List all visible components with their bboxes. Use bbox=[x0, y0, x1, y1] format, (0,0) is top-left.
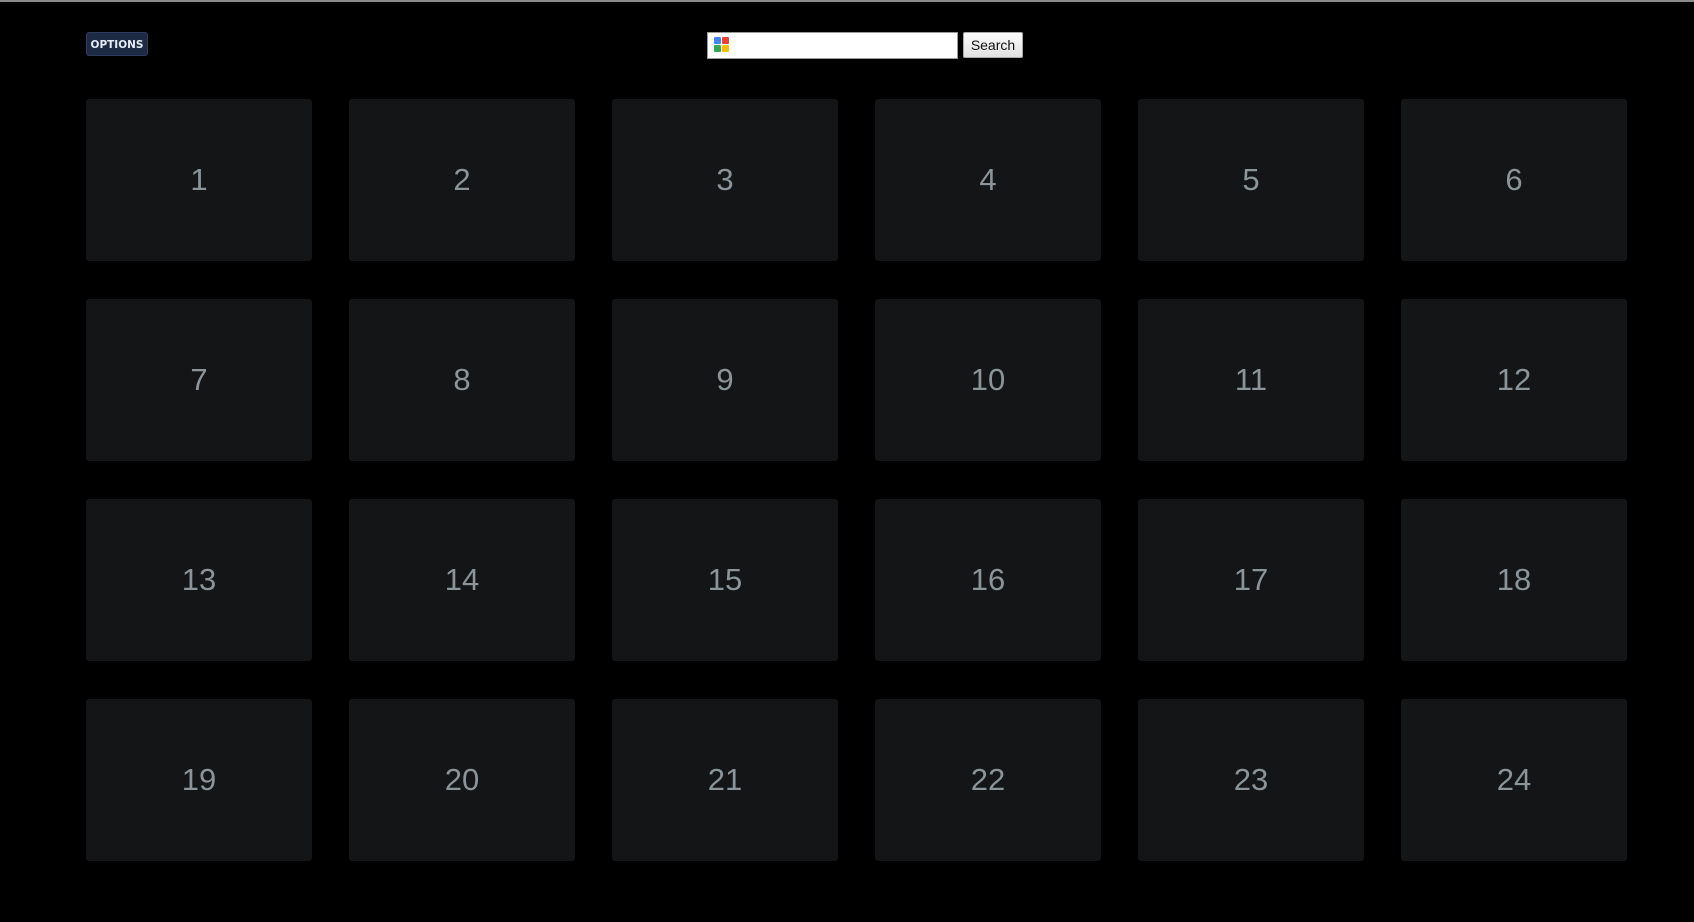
tile-label: 14 bbox=[444, 562, 480, 597]
options-button[interactable]: OPTIONS bbox=[86, 32, 148, 56]
tile-label: 22 bbox=[970, 762, 1006, 797]
speed-dial-tile[interactable]: 14 bbox=[349, 499, 575, 661]
speed-dial-tile[interactable]: 9 bbox=[612, 299, 838, 461]
tile-label: 15 bbox=[707, 562, 743, 597]
tile-label: 10 bbox=[970, 362, 1006, 397]
speed-dial-tile[interactable]: 6 bbox=[1401, 99, 1627, 261]
tile-label: 23 bbox=[1233, 762, 1269, 797]
speed-dial-tile[interactable]: 1 bbox=[86, 99, 312, 261]
speed-dial-tile[interactable]: 20 bbox=[349, 699, 575, 861]
speed-dial-tile[interactable]: 19 bbox=[86, 699, 312, 861]
tile-label: 6 bbox=[1505, 162, 1523, 197]
speed-dial-tile[interactable]: 21 bbox=[612, 699, 838, 861]
speed-dial-tile[interactable]: 23 bbox=[1138, 699, 1364, 861]
tile-label: 21 bbox=[707, 762, 743, 797]
tile-label: 1 bbox=[190, 162, 208, 197]
search-bar: Search bbox=[707, 31, 1023, 59]
speed-dial-tile[interactable]: 12 bbox=[1401, 299, 1627, 461]
tile-label: 9 bbox=[716, 362, 734, 397]
tile-label: 24 bbox=[1496, 762, 1532, 797]
speed-dial-tile[interactable]: 5 bbox=[1138, 99, 1364, 261]
tile-label: 18 bbox=[1496, 562, 1532, 597]
google-icon bbox=[714, 37, 730, 53]
speed-dial-tile[interactable]: 18 bbox=[1401, 499, 1627, 661]
speed-dial-tile[interactable]: 8 bbox=[349, 299, 575, 461]
speed-dial-tile[interactable]: 3 bbox=[612, 99, 838, 261]
tile-label: 2 bbox=[453, 162, 471, 197]
speed-dial-tile[interactable]: 2 bbox=[349, 99, 575, 261]
tile-label: 12 bbox=[1496, 362, 1532, 397]
tile-label: 11 bbox=[1234, 362, 1268, 397]
speed-dial-tile[interactable]: 10 bbox=[875, 299, 1101, 461]
speed-dial-tile[interactable]: 16 bbox=[875, 499, 1101, 661]
tile-label: 4 bbox=[979, 162, 997, 197]
tile-label: 16 bbox=[970, 562, 1006, 597]
search-box[interactable] bbox=[707, 31, 958, 59]
speed-dial-grid: 1 2 3 4 5 6 7 8 9 10 11 12 13 14 15 16 1… bbox=[86, 99, 1628, 861]
speed-dial-tile[interactable]: 17 bbox=[1138, 499, 1364, 661]
top-divider bbox=[0, 0, 1694, 2]
speed-dial-tile[interactable]: 15 bbox=[612, 499, 838, 661]
tile-label: 13 bbox=[181, 562, 217, 597]
tile-label: 19 bbox=[181, 762, 217, 797]
speed-dial-tile[interactable]: 24 bbox=[1401, 699, 1627, 861]
tile-label: 5 bbox=[1242, 162, 1260, 197]
speed-dial-tile[interactable]: 7 bbox=[86, 299, 312, 461]
tile-label: 20 bbox=[444, 762, 480, 797]
tile-label: 8 bbox=[453, 362, 471, 397]
speed-dial-tile[interactable]: 4 bbox=[875, 99, 1101, 261]
speed-dial-tile[interactable]: 13 bbox=[86, 499, 312, 661]
tile-label: 17 bbox=[1233, 562, 1269, 597]
speed-dial-tile[interactable]: 22 bbox=[875, 699, 1101, 861]
search-button[interactable]: Search bbox=[963, 32, 1023, 58]
search-input[interactable] bbox=[734, 32, 955, 58]
speed-dial-tile[interactable]: 11 bbox=[1138, 299, 1364, 461]
tile-label: 3 bbox=[716, 162, 734, 197]
tile-label: 7 bbox=[190, 362, 208, 397]
